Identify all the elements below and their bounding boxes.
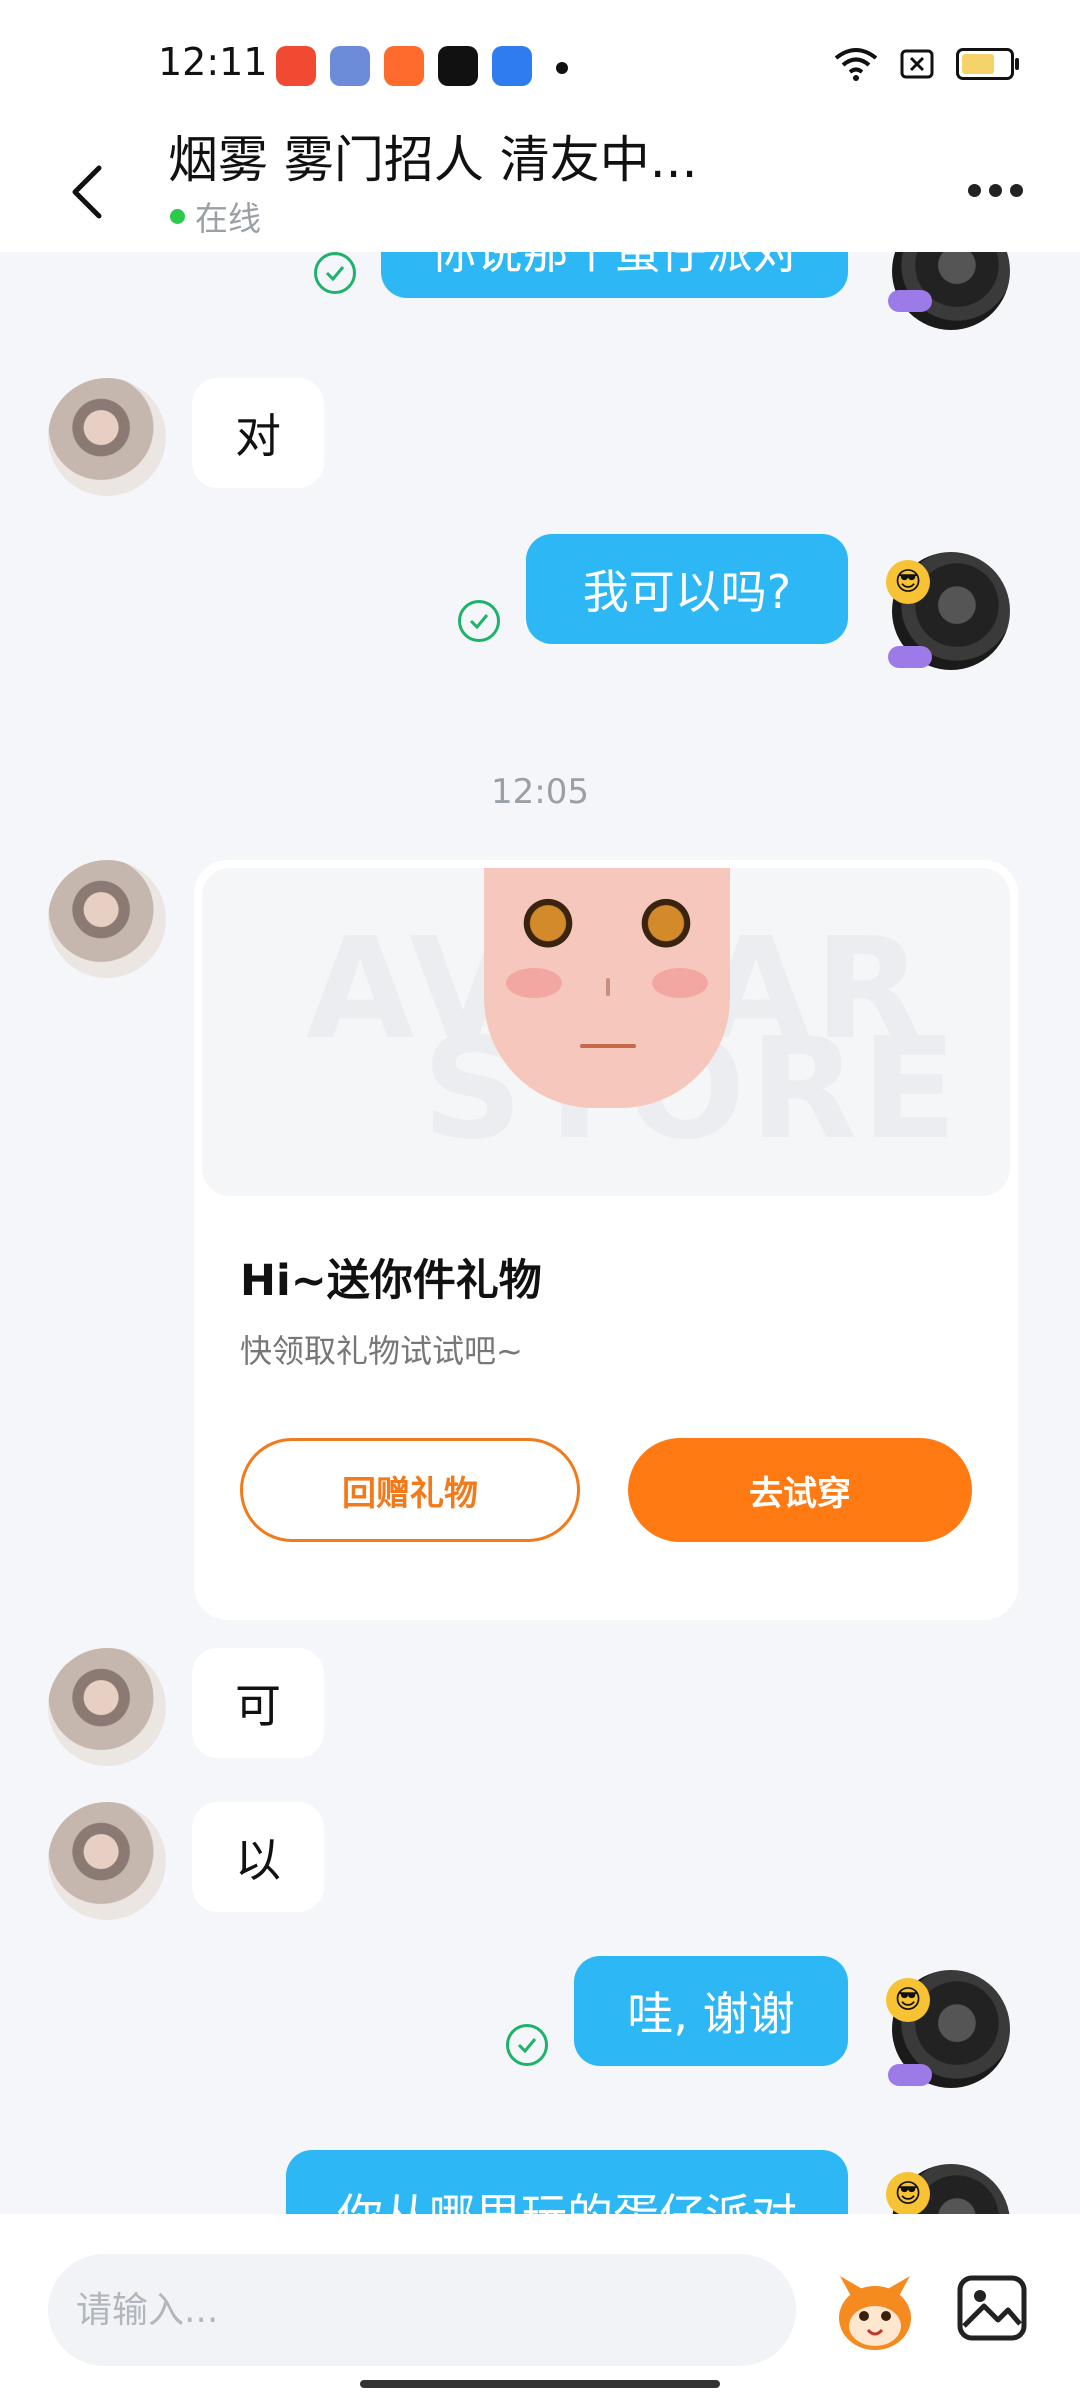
home-indicator [360, 2380, 720, 2388]
bone-badge-icon [888, 290, 932, 312]
contact-avatar[interactable] [48, 1648, 166, 1766]
chat-title: 烟雾 雾门招人 清友中... [168, 131, 698, 189]
more-options-button[interactable] [958, 170, 1032, 210]
notification-dot [556, 62, 568, 74]
sunglasses-emoji-icon: 😎 [886, 560, 930, 604]
blue-app-icon [492, 46, 532, 86]
eggy-mascot-icon[interactable] [830, 2268, 920, 2358]
more-dot [988, 183, 1002, 197]
composer-bar [0, 2214, 1080, 2400]
time-separator: 12:05 [491, 772, 589, 812]
gift-card[interactable]: AVATAR STORE Hi~送你件礼物 快领取礼物试试吧~ 回赠礼物 去试穿 [194, 860, 1018, 1620]
back-button[interactable] [56, 156, 116, 228]
more-dot [967, 183, 981, 197]
battery-icon [956, 48, 1019, 80]
message-bubble-outgoing[interactable]: 你说那个蛋仔派对 [381, 252, 848, 298]
message-bubble-incoming[interactable]: 以 [192, 1802, 324, 1912]
read-check-icon [458, 600, 500, 642]
gift-preview-image[interactable]: AVATAR STORE [202, 868, 1010, 1196]
bone-badge-icon [888, 2064, 932, 2086]
contact-avatar[interactable] [48, 1802, 166, 1920]
read-check-icon [506, 2024, 548, 2066]
chat-header: 烟雾 雾门招人 清友中... 在线 [0, 130, 1080, 252]
online-status-label: 在线 [195, 199, 261, 238]
sunglasses-emoji-icon: 😎 [886, 2172, 930, 2214]
tiktok-app-icon [438, 46, 478, 86]
gift-card-subtitle: 快领取礼物试试吧~ [240, 1332, 523, 1370]
bone-badge-icon [888, 646, 932, 668]
chat-area[interactable]: 你说那个蛋仔派对 对 我可以吗? 😎 12:05 AVATAR STORE [0, 252, 1080, 2214]
image-picker-icon[interactable] [954, 2270, 1030, 2346]
status-bar: 12:11 [0, 0, 1080, 130]
status-app-icons [276, 46, 532, 86]
status-time: 12:11 [158, 40, 268, 84]
more-dot [1009, 183, 1023, 197]
video-app-icon [276, 46, 316, 86]
sunglasses-emoji-icon: 😎 [886, 1978, 930, 2022]
contact-avatar[interactable] [48, 378, 166, 496]
message-bubble-incoming[interactable]: 可 [192, 1648, 324, 1758]
gift-card-title: Hi~送你件礼物 [240, 1256, 542, 1306]
message-bubble-outgoing[interactable]: 我可以吗? [526, 534, 848, 644]
online-dot-icon [170, 208, 185, 224]
try-on-button[interactable]: 去试穿 [628, 1438, 972, 1542]
message-bubble-incoming[interactable]: 对 [192, 378, 324, 488]
avatar-face-image [484, 868, 730, 1108]
game-app-icon [330, 46, 370, 86]
return-gift-button[interactable]: 回赠礼物 [240, 1438, 580, 1542]
online-status: 在线 [170, 192, 261, 240]
kuaishou-app-icon [384, 46, 424, 86]
message-bubble-outgoing[interactable]: 哇, 谢谢 [574, 1956, 848, 2066]
message-bubble-outgoing[interactable]: 你从哪里玩的蛋仔派对 [286, 2150, 848, 2214]
chevron-left-icon [72, 165, 102, 219]
contact-avatar[interactable] [48, 860, 166, 978]
status-right-icons [834, 46, 1019, 82]
wifi-icon [834, 48, 878, 81]
message-input[interactable] [48, 2254, 796, 2366]
sim-icon [900, 49, 934, 79]
read-check-icon [314, 252, 356, 294]
